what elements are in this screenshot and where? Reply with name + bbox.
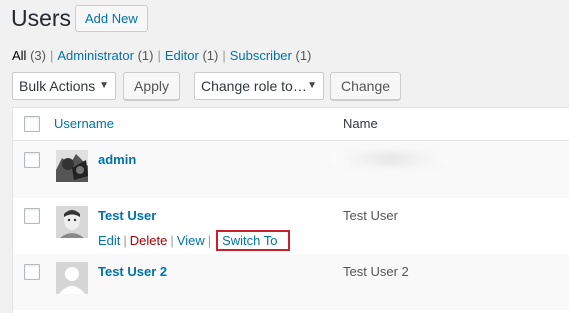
row-checkbox[interactable] <box>24 208 40 224</box>
select-all-checkbox[interactable] <box>24 116 40 132</box>
avatar <box>56 150 88 182</box>
table-row: Test User 2 Test User 2 <box>13 254 569 310</box>
username-link[interactable]: Test User <box>98 208 156 223</box>
filter-subscriber-link[interactable]: Subscriber (1) <box>230 48 312 63</box>
change-button[interactable]: Change <box>330 72 402 100</box>
filter-all-link[interactable]: All (3) <box>12 48 46 63</box>
filter-administrator-link[interactable]: Administrator (1) <box>57 48 153 63</box>
redacted-name <box>331 152 451 166</box>
page-title: Users <box>11 5 72 31</box>
add-new-button[interactable]: Add New <box>75 5 148 32</box>
user-fullname: Test User <box>343 208 398 223</box>
users-table: Username Name admin Test User Test User … <box>12 107 569 313</box>
row-checkbox[interactable] <box>24 152 40 168</box>
username-link[interactable]: admin <box>98 152 136 167</box>
role-filter-links: All (3) | Administrator (1) | Editor (1) | Sub… <box>12 48 312 63</box>
apply-button[interactable]: Apply <box>123 72 181 100</box>
user-fullname: Test User 2 <box>343 264 409 279</box>
filter-editor-link[interactable]: Editor (1) <box>165 48 218 63</box>
username-column-header[interactable]: Username <box>54 116 114 131</box>
view-link[interactable]: View <box>177 233 205 248</box>
username-link[interactable]: Test User 2 <box>98 264 167 279</box>
delete-link[interactable]: Delete <box>130 233 168 248</box>
table-header: Username Name <box>13 108 569 141</box>
table-row: Test User Test User Edit | Delete | View | Swi… <box>13 198 569 254</box>
row-actions: Edit | Delete | View | Switch To <box>98 230 290 251</box>
bulk-actions-select[interactable]: Bulk Actions ▼ <box>12 72 116 100</box>
name-column-header: Name <box>343 116 378 131</box>
table-row: admin <box>13 142 569 198</box>
chevron-down-icon: ▼ <box>99 80 109 91</box>
chevron-down-icon: ▼ <box>307 80 317 91</box>
user-silhouette-icon <box>56 262 88 294</box>
row-checkbox[interactable] <box>24 264 40 280</box>
switch-to-highlight: Switch To <box>216 230 290 251</box>
edit-link[interactable]: Edit <box>98 233 120 248</box>
switch-to-link[interactable]: Switch To <box>222 233 277 248</box>
avatar <box>56 206 88 238</box>
change-role-select[interactable]: Change role to… ▼ <box>194 72 324 100</box>
